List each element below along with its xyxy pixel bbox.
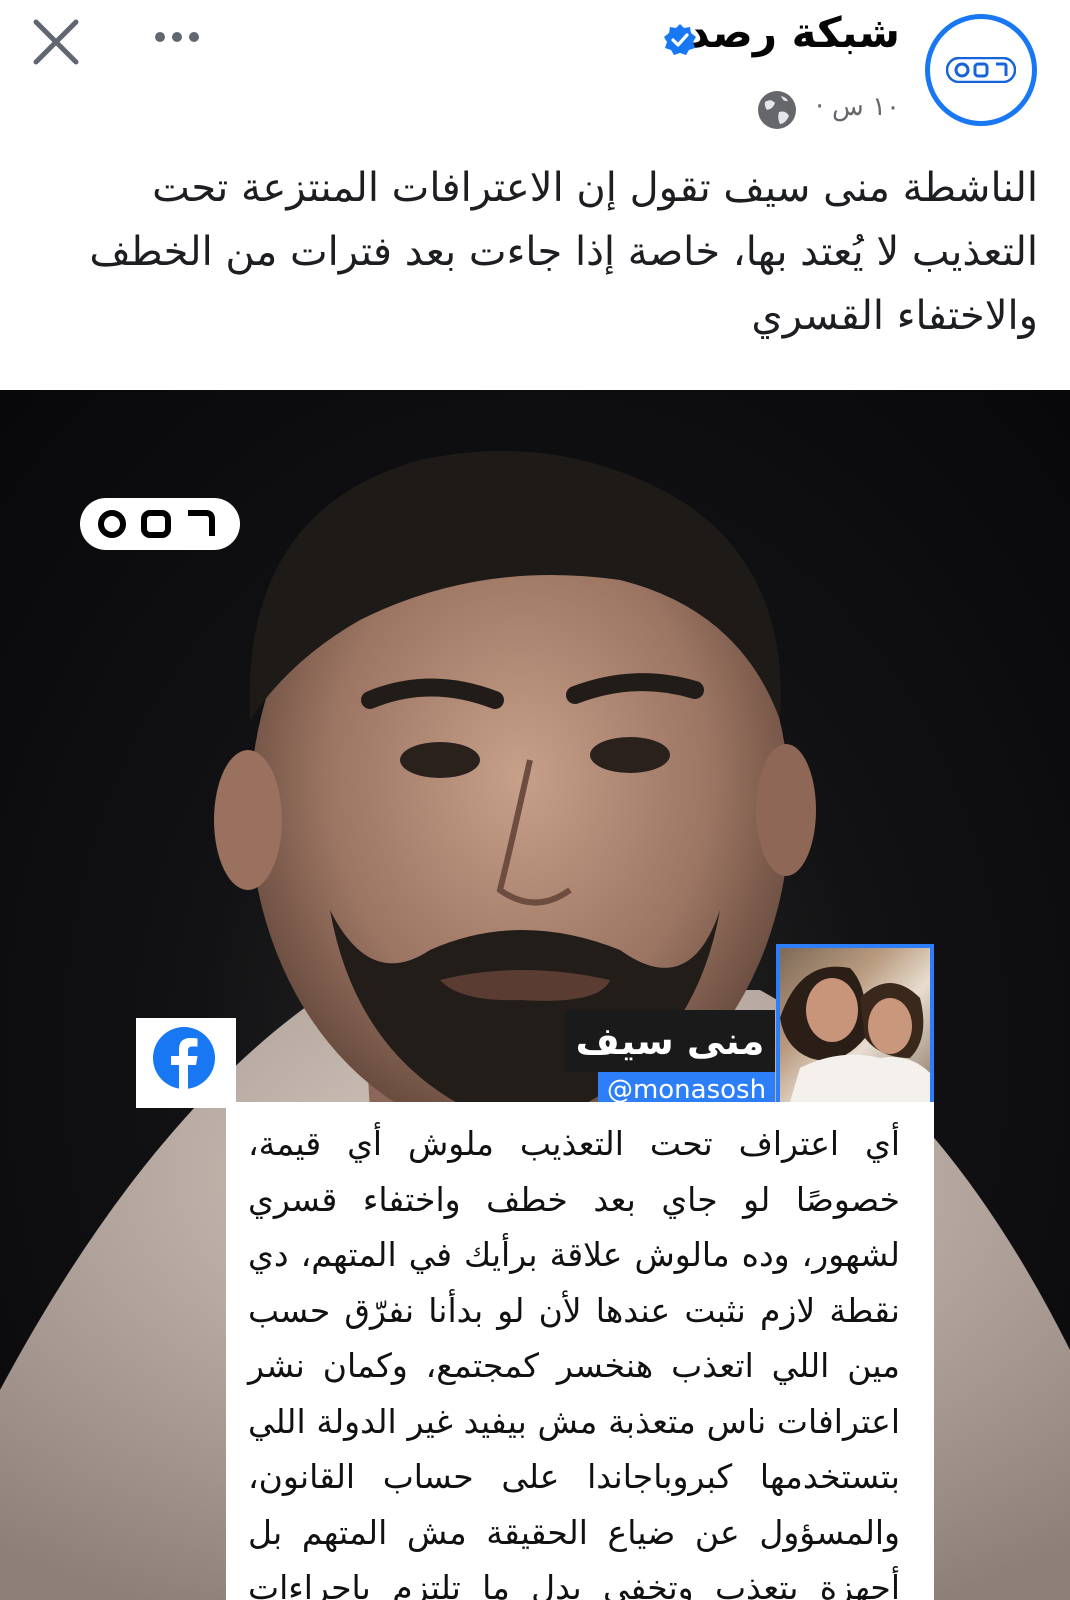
rsd-watermark-logo xyxy=(80,498,240,550)
quote-box: أي اعتراف تحت التعذيب ملوش أي قيمة، خصوص… xyxy=(226,1102,934,1600)
close-button[interactable] xyxy=(28,14,84,70)
rsd-logo-icon xyxy=(946,57,1016,83)
post-time: ١٠ س · xyxy=(815,92,900,122)
verified-badge-icon xyxy=(664,24,696,55)
post-caption: الناشطة منى سيف تقول إن الاعترافات المنت… xyxy=(89,165,1038,339)
author-photo xyxy=(776,944,934,1106)
globe-icon xyxy=(758,91,796,129)
close-icon xyxy=(33,19,79,65)
facebook-icon xyxy=(153,1027,215,1090)
quote-author-name: منى سيف xyxy=(565,1010,775,1072)
more-icon xyxy=(155,32,199,42)
more-options-button[interactable] xyxy=(150,24,210,54)
post-image[interactable]: منى سيف @monasosh أي اعتراف تحت التعذيب … xyxy=(0,390,1070,1600)
page-name[interactable]: شبكة رصد xyxy=(688,8,900,57)
quote-text: أي اعتراف تحت التعذيب ملوش أي قيمة، خصوص… xyxy=(248,1124,900,1600)
page-avatar[interactable] xyxy=(925,14,1037,126)
